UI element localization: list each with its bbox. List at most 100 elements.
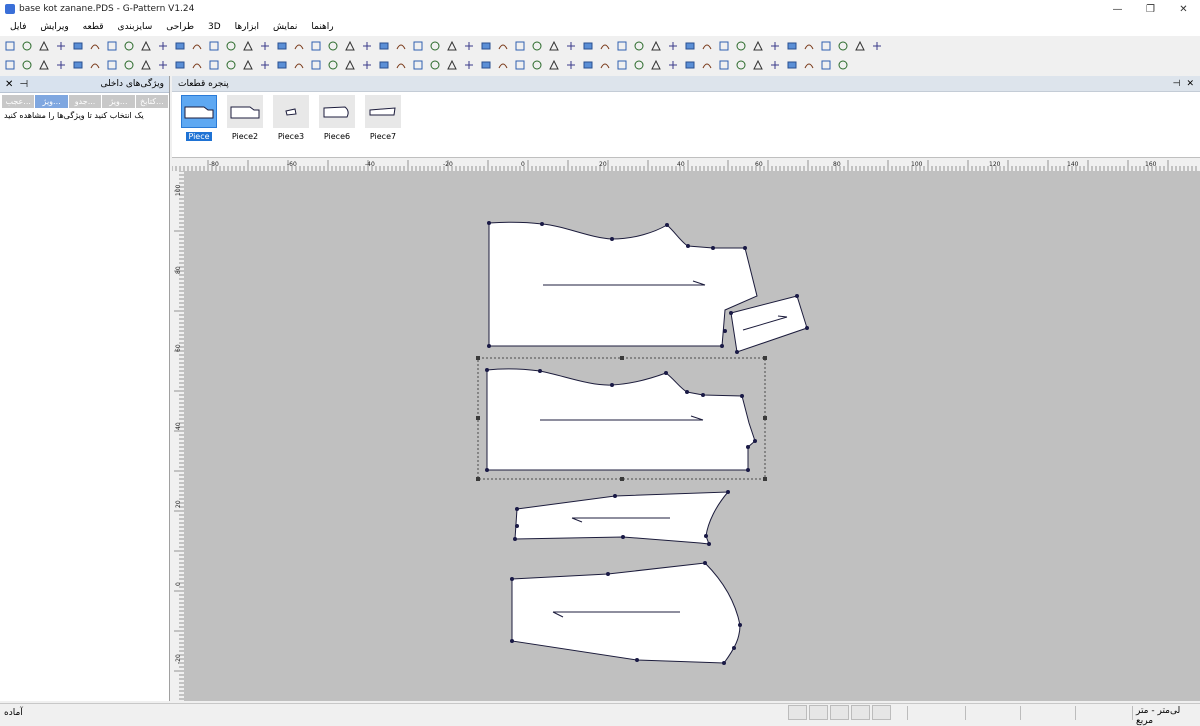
points-icon[interactable] (360, 40, 373, 53)
drill-icon[interactable] (207, 59, 220, 72)
mark-icon[interactable] (54, 59, 67, 72)
print-preview-icon[interactable] (88, 40, 101, 53)
merge-icon[interactable] (547, 40, 560, 53)
walk-icon[interactable] (802, 40, 815, 53)
rectangle-icon[interactable] (581, 40, 594, 53)
parallelogram-icon[interactable] (598, 40, 611, 53)
piece-thumb-piece6[interactable]: Piece6 (314, 95, 360, 141)
layout-icon[interactable] (632, 59, 645, 72)
notch-icon[interactable] (411, 40, 424, 53)
button-icon[interactable] (275, 59, 288, 72)
diamond-icon[interactable] (632, 40, 645, 53)
ellipse-icon[interactable] (751, 40, 764, 53)
close-button[interactable]: ✕ (1167, 0, 1200, 18)
octagon-icon[interactable] (768, 40, 781, 53)
dart-icon[interactable] (394, 40, 407, 53)
plotter-icon[interactable] (105, 40, 118, 53)
copy-icon[interactable] (241, 40, 254, 53)
heart-icon[interactable] (156, 59, 169, 72)
menu-design[interactable]: طراحی (166, 22, 194, 32)
layout2-icon[interactable] (649, 59, 662, 72)
ruler2-icon[interactable] (836, 59, 849, 72)
help-icon[interactable] (309, 40, 322, 53)
rotate-left-icon[interactable] (292, 59, 305, 72)
zoom-fit-icon[interactable] (173, 40, 186, 53)
seam-icon[interactable] (428, 40, 441, 53)
menu-3d[interactable]: 3D (208, 22, 221, 32)
line-icon[interactable] (241, 59, 254, 72)
fold-icon[interactable] (513, 40, 526, 53)
tab-4[interactable]: کتابخ... (135, 95, 169, 108)
tab-1[interactable]: ویژ... (35, 95, 68, 108)
piece-thumb-piece7[interactable]: Piece7 (360, 95, 406, 141)
angle-toggle-icon[interactable] (872, 705, 891, 720)
mirror2-icon[interactable] (802, 59, 815, 72)
table-icon[interactable] (734, 59, 747, 72)
text-tool-icon[interactable] (479, 40, 492, 53)
new-file-icon[interactable] (20, 40, 33, 53)
save-icon[interactable] (54, 40, 67, 53)
layer-toggle-icon[interactable] (851, 705, 870, 720)
menu-tools[interactable]: ابزارها (235, 22, 259, 32)
grid-icon[interactable] (20, 59, 33, 72)
redo-icon[interactable] (207, 40, 220, 53)
check-icon[interactable] (819, 40, 832, 53)
align-icon[interactable] (343, 59, 356, 72)
grade-icon[interactable] (292, 40, 305, 53)
curve-icon[interactable] (377, 40, 390, 53)
layout5-icon[interactable] (700, 59, 713, 72)
minimize-button[interactable]: — (1101, 0, 1134, 18)
open-file-icon[interactable] (37, 40, 50, 53)
view-icon[interactable] (530, 59, 543, 72)
angle-icon[interactable] (326, 40, 339, 53)
frame-icon[interactable] (496, 59, 509, 72)
export-icon[interactable] (122, 40, 135, 53)
close-icon[interactable]: ✕ (1186, 79, 1194, 89)
menu-piece[interactable]: قطعه (83, 22, 104, 32)
pin-icon[interactable]: ⊣ (19, 79, 28, 90)
tab-2[interactable]: جدو... (68, 95, 102, 108)
snap-icon[interactable] (3, 59, 16, 72)
clone-icon[interactable] (547, 59, 560, 72)
paste-icon[interactable] (258, 40, 271, 53)
trapezoid-icon[interactable] (615, 40, 628, 53)
copy-piece-icon[interactable] (836, 40, 849, 53)
piece-icon[interactable] (513, 59, 526, 72)
import-icon[interactable] (139, 40, 152, 53)
list-icon[interactable] (853, 40, 866, 53)
sew-icon[interactable] (258, 59, 271, 72)
tab-0[interactable]: عجب... (2, 95, 35, 108)
rotate-right-icon[interactable] (309, 59, 322, 72)
right-triangle-icon[interactable] (683, 40, 696, 53)
print-icon[interactable] (71, 40, 84, 53)
menu-help[interactable]: راهنما (311, 22, 333, 32)
calc-icon[interactable] (768, 59, 781, 72)
zoom-icon[interactable] (156, 40, 169, 53)
pin-icon[interactable]: ⊣ (1173, 79, 1181, 89)
pen-icon[interactable] (224, 59, 237, 72)
ruler-tool-icon[interactable] (870, 40, 883, 53)
play-icon[interactable] (360, 59, 373, 72)
undo-icon[interactable] (190, 40, 203, 53)
box-icon[interactable] (428, 59, 441, 72)
piece-thumb-piece3[interactable]: Piece3 (268, 95, 314, 141)
scale-icon[interactable] (377, 59, 390, 72)
target-icon[interactable] (71, 59, 84, 72)
circle-icon[interactable] (734, 40, 747, 53)
rotate-icon[interactable] (564, 40, 577, 53)
menu-file[interactable]: فایل (10, 22, 26, 32)
snap-toggle-icon[interactable] (788, 705, 807, 720)
pattern-canvas[interactable] (184, 171, 1200, 701)
grid4-icon[interactable] (598, 59, 611, 72)
select-arrow-icon[interactable] (3, 40, 16, 53)
grid2-icon[interactable] (564, 59, 577, 72)
restore-button[interactable]: ❐ (1134, 0, 1167, 18)
table2-icon[interactable] (751, 59, 764, 72)
grid-toggle-icon[interactable] (809, 705, 828, 720)
pleat-icon[interactable] (496, 40, 509, 53)
pentagon-icon[interactable] (700, 40, 713, 53)
text-icon[interactable] (105, 59, 118, 72)
match-icon[interactable] (785, 40, 798, 53)
hexagon-icon[interactable] (717, 40, 730, 53)
stack-icon[interactable] (479, 59, 492, 72)
